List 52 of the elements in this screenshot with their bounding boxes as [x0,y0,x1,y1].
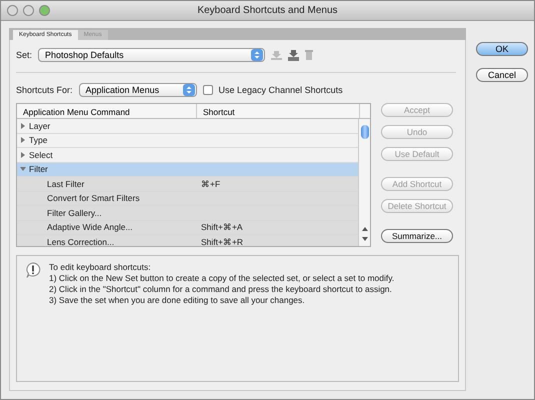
disclosure-triangle-icon[interactable] [20,137,26,144]
disclosure-triangle-icon[interactable] [20,122,26,129]
command-name: Select [29,150,53,160]
download-icon[interactable] [271,50,282,60]
scrollbar[interactable] [358,119,370,246]
stepper-icon [182,84,195,96]
shortcut-value: Shift+⌘+R [201,236,244,246]
info-heading: To edit keyboard shortcuts: [49,262,152,272]
shortcuts-for-dropdown[interactable]: Application Menus [78,83,197,97]
trash-icon[interactable] [305,50,314,60]
set-dropdown[interactable]: Photoshop Defaults [38,48,266,62]
legacy-checkbox-label: Use Legacy Channel Shortcuts [218,85,343,95]
window-title: Keyboard Shortcuts and Menus [196,5,339,16]
table-row[interactable]: Type [17,134,358,148]
table-row[interactable]: Filter [17,162,358,177]
info-step: 3) Save the set when you are done editing to save all your changes. [49,295,394,305]
command-name: Layer [29,120,50,131]
set-label: Set: [16,50,32,60]
info-step: 2) Click in the "Shortcut" column for a command and press the keyboard shortcut to assign. [49,284,394,294]
info-step: 1) Click on the New Set button to create a copy of the selected set, or select a set to modify. [49,273,394,283]
dialog-button[interactable]: OK [476,42,528,56]
dialog-button[interactable]: Cancel [476,68,528,82]
action-button[interactable]: Summarize... [381,229,453,243]
table-row[interactable]: Select [17,148,358,162]
legacy-checkbox[interactable] [202,85,213,95]
shortcut-value: Shift+⌘+A [201,222,243,232]
alert-icon [25,262,41,278]
command-name: Filter [29,164,48,174]
command-name: Filter Gallery... [47,208,102,218]
close-button[interactable] [7,5,18,16]
stepper-icon [251,49,264,61]
table-row[interactable]: Convert for Smart Filters [17,192,358,206]
command-name: Adaptive Wide Angle... [47,222,133,232]
zoom-button[interactable] [39,5,50,16]
column-header[interactable]: Shortcut [197,104,360,118]
scroll-thumb[interactable] [360,125,368,139]
save-set-icon[interactable] [288,50,300,60]
disclosure-triangle-icon[interactable] [20,166,26,172]
shortcut-value: ⌘+F [201,178,220,189]
table-row[interactable]: Filter Gallery... [17,206,358,220]
command-name: Last Filter [47,178,84,189]
disclosure-triangle-icon[interactable] [20,152,26,158]
command-name: Convert for Smart Filters [47,193,140,204]
shortcuts-for-label: Shortcuts For: [16,85,73,95]
command-name: Lens Correction... [47,236,114,246]
command-name: Type [29,135,48,146]
table-row[interactable]: Lens Correction... Shift+⌘+R [17,235,358,246]
column-header[interactable]: Application Menu Command [17,104,197,118]
table-row[interactable]: Last Filter ⌘+F [17,177,358,192]
minimize-button[interactable] [23,5,34,16]
table-row[interactable]: Adaptive Wide Angle... Shift+⌘+A [17,220,358,235]
table-row[interactable]: Layer [17,119,358,134]
